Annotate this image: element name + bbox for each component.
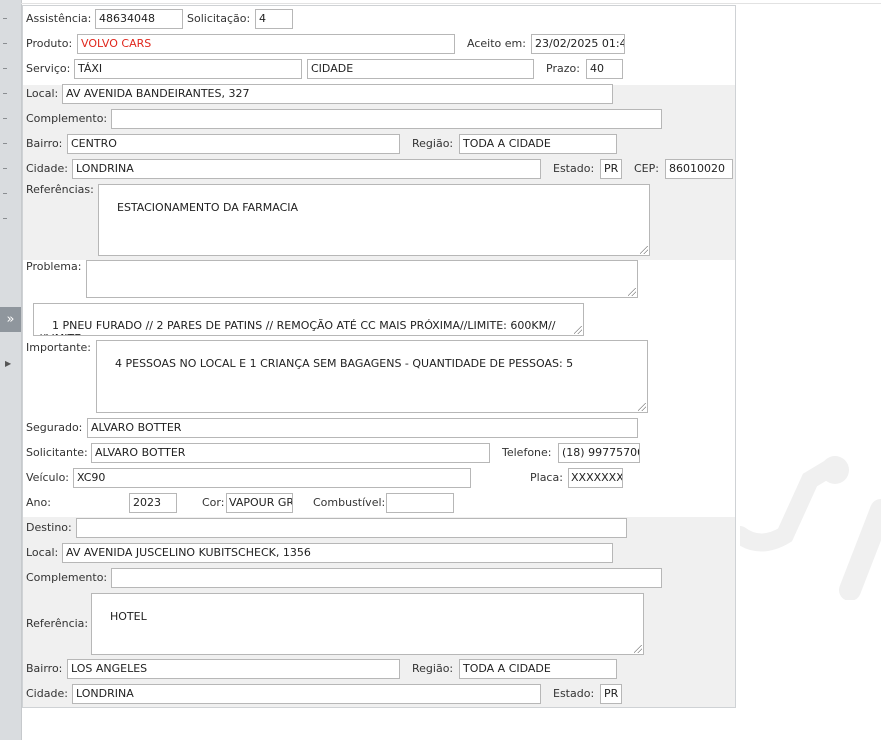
resize-grip-icon[interactable] xyxy=(574,326,582,334)
complemento-field[interactable] xyxy=(111,109,662,129)
sidebar-tick xyxy=(3,43,7,44)
destino-cidade-field[interactable]: LONDRINA xyxy=(72,684,541,704)
telefone-field[interactable]: (18) 997757000 xyxy=(558,443,640,463)
regiao-label: Região: xyxy=(412,137,454,150)
caret-right-icon[interactable]: ▶ xyxy=(5,359,11,368)
assistencia-label: Assistência: xyxy=(26,12,92,25)
destino-regiao-label: Região: xyxy=(412,662,454,675)
destino-complemento-field[interactable] xyxy=(111,568,662,588)
sidebar-tick xyxy=(3,18,7,19)
problema-label: Problema: xyxy=(26,260,82,273)
sidebar-tick xyxy=(3,218,7,219)
produto-label: Produto: xyxy=(26,37,73,50)
servico-field[interactable]: TÁXI xyxy=(74,59,302,79)
importante-label: Importante: xyxy=(26,341,92,354)
cor-label: Cor: xyxy=(202,496,225,509)
combustivel-field[interactable] xyxy=(386,493,454,513)
segurado-field[interactable]: ALVARO BOTTER xyxy=(87,418,638,438)
problem-description-box[interactable]: 1 PNEU FURADO // 2 PARES DE PATINS // RE… xyxy=(33,303,584,336)
referencias-label: Referências: xyxy=(26,183,94,196)
aceito-field[interactable]: 23/02/2025 01:47 xyxy=(531,34,625,54)
referencia-textarea[interactable]: HOTEL xyxy=(91,593,644,655)
bairro-field[interactable]: CENTRO xyxy=(67,134,400,154)
referencia-label: Referência: xyxy=(26,617,89,630)
solicitacao-field[interactable]: 4 xyxy=(255,9,293,29)
cep-field[interactable]: 86010020 xyxy=(665,159,733,179)
destino-complemento-label: Complemento: xyxy=(26,571,108,584)
sidebar-tick xyxy=(3,168,7,169)
double-chevron-right-icon[interactable]: » xyxy=(0,307,21,332)
ano-field[interactable]: 2023 xyxy=(129,493,177,513)
estado-field[interactable]: PR xyxy=(600,159,622,179)
destino-field[interactable] xyxy=(76,518,627,538)
cep-label: CEP: xyxy=(634,162,659,175)
solicitante-field[interactable]: ALVARO BOTTER xyxy=(91,443,490,463)
placa-label: Placa: xyxy=(530,471,563,484)
destino-local-label: Local: xyxy=(26,546,59,559)
referencia-text: HOTEL xyxy=(110,610,147,623)
servico-label: Serviço: xyxy=(26,62,71,75)
cidade-field[interactable]: LONDRINA xyxy=(72,159,541,179)
aceito-label: Aceito em: xyxy=(467,37,526,50)
prazo-field[interactable]: 40 xyxy=(586,59,623,79)
problem-description-text: 1 PNEU FURADO // 2 PARES DE PATINS // RE… xyxy=(38,319,556,335)
destino-regiao-field[interactable]: TODA A CIDADE xyxy=(459,659,617,679)
referencias-textarea[interactable]: ESTACIONAMENTO DA FARMACIA xyxy=(98,184,650,256)
placa-field[interactable]: XXXXXXX xyxy=(568,468,623,488)
service-detail-form: Assistência: 48634048 Solicitação: 4 Pro… xyxy=(22,5,736,708)
produto-field[interactable]: VOLVO CARS xyxy=(77,34,455,54)
resize-grip-icon[interactable] xyxy=(634,645,642,653)
destino-estado-label: Estado: xyxy=(553,687,595,700)
regiao-field[interactable]: TODA A CIDADE xyxy=(459,134,617,154)
assistencia-field[interactable]: 48634048 xyxy=(95,9,183,29)
destino-bairro-field[interactable]: LOS ANGELES xyxy=(67,659,400,679)
importante-textarea[interactable]: 4 PESSOAS NO LOCAL E 1 CRIANÇA SEM BAGAG… xyxy=(96,340,648,413)
sidebar-tick xyxy=(3,193,7,194)
segurado-label: Segurado: xyxy=(26,421,83,434)
problema-textarea[interactable] xyxy=(86,260,638,298)
sidebar-tick xyxy=(3,143,7,144)
resize-grip-icon[interactable] xyxy=(640,246,648,254)
destino-bairro-label: Bairro: xyxy=(26,662,63,675)
combustivel-label: Combustível: xyxy=(313,496,386,509)
complemento-label: Complemento: xyxy=(26,112,108,125)
prazo-label: Prazo: xyxy=(546,62,580,75)
veiculo-field[interactable]: XC90 xyxy=(73,468,471,488)
watermark-logo xyxy=(740,456,881,600)
destino-label: Destino: xyxy=(26,521,72,534)
destino-cidade-label: Cidade: xyxy=(26,687,68,700)
local-label: Local: xyxy=(26,87,59,100)
ano-label: Ano: xyxy=(26,496,51,509)
veiculo-label: Veículo: xyxy=(26,471,70,484)
cor-field[interactable]: VAPOUR GREY xyxy=(226,493,293,513)
solicitante-label: Solicitante: xyxy=(26,446,88,459)
sidebar-tick xyxy=(3,93,7,94)
estado-label: Estado: xyxy=(553,162,595,175)
destino-estado-field[interactable]: PR xyxy=(600,684,622,704)
cidade-label: Cidade: xyxy=(26,162,68,175)
referencias-text: ESTACIONAMENTO DA FARMACIA xyxy=(117,201,299,214)
solicitacao-label: Solicitação: xyxy=(187,12,251,25)
destino-local-field[interactable]: AV AVENIDA JUSCELINO KUBITSCHECK, 1356 xyxy=(62,543,613,563)
servico-scope-field[interactable]: CIDADE xyxy=(307,59,534,79)
left-sidebar: » ▶ xyxy=(0,0,22,740)
resize-grip-icon[interactable] xyxy=(638,403,646,411)
sidebar-tick xyxy=(3,118,7,119)
resize-grip-icon[interactable] xyxy=(628,288,636,296)
sidebar-tick xyxy=(3,68,7,69)
importante-text: 4 PESSOAS NO LOCAL E 1 CRIANÇA SEM BAGAG… xyxy=(115,357,574,370)
top-divider xyxy=(21,3,881,4)
telefone-label: Telefone: xyxy=(502,446,552,459)
bairro-label: Bairro: xyxy=(26,137,63,150)
local-field[interactable]: AV AVENIDA BANDEIRANTES, 327 xyxy=(62,84,613,104)
